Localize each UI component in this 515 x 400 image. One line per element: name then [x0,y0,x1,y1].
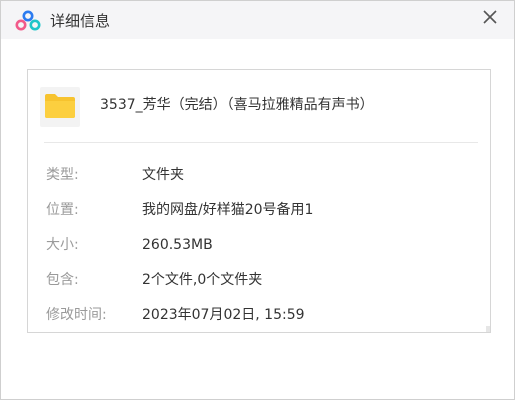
detail-label: 包含: [46,272,79,288]
detail-value: 2023年07月02日, 15:59 [142,307,305,323]
detail-row-type: 类型: 文件夹 [28,165,488,185]
detail-value: 2个文件,0个文件夹 [142,272,263,288]
detail-label: 修改时间: [46,307,107,323]
detail-value: 文件夹 [142,167,184,183]
detail-row-modified: 修改时间: 2023年07月02日, 15:59 [28,305,488,325]
close-button[interactable] [476,3,504,31]
detail-value: 260.53MB [142,237,213,253]
file-icon-box [40,87,80,127]
detail-row-location: 位置: 我的网盘/好样猫20号备用1 [28,200,488,220]
folder-icon [45,94,75,118]
detail-row-contains: 包含: 2个文件,0个文件夹 [28,270,488,290]
detail-label: 大小: [46,237,79,253]
detail-value: 我的网盘/好样猫20号备用1 [142,202,314,218]
details-dialog: 详细信息 3537_芳华（完结）（喜马拉雅精品有声书） 类型: 文件夹 位置: … [0,0,515,400]
detail-label: 类型: [46,167,79,183]
divider [44,142,478,143]
panel-scrollbar-stub [486,326,490,332]
detail-label: 位置: [46,202,79,218]
file-name: 3537_芳华（完结）（喜马拉雅精品有声书） [100,97,374,113]
title-bar: 详细信息 [1,1,514,39]
details-panel: 3537_芳华（完结）（喜马拉雅精品有声书） 类型: 文件夹 位置: 我的网盘/… [27,69,491,333]
detail-row-size: 大小: 260.53MB [28,235,488,255]
dialog-title: 详细信息 [50,12,111,30]
close-icon [483,10,497,24]
baidu-netdisk-cloud-icon [15,10,41,31]
